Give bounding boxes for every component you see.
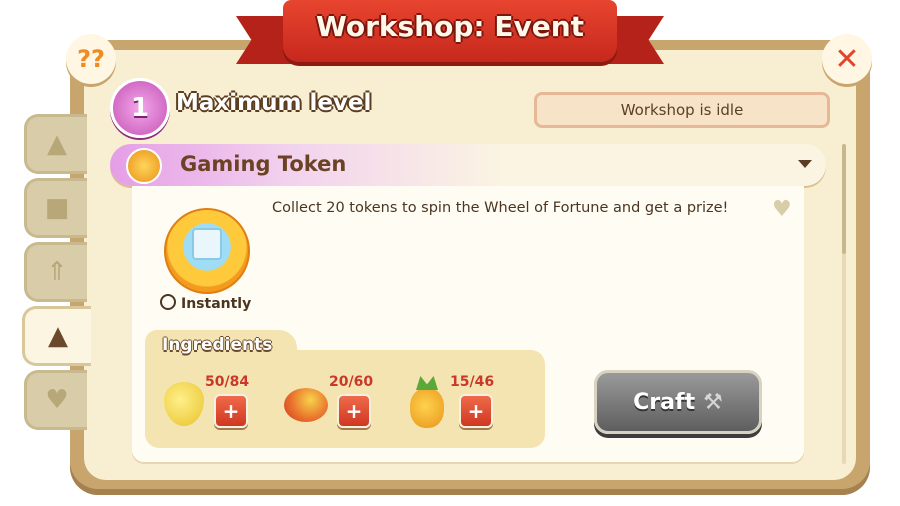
mango-count: 20/60: [329, 374, 374, 390]
pineapple-icon: [410, 388, 444, 428]
workshop-status: Workshop is idle: [534, 92, 830, 128]
gift-icon: [192, 228, 222, 260]
help-button[interactable]: ??: [66, 34, 116, 84]
level-badge: 1: [110, 78, 170, 138]
status-text: Workshop is idle: [620, 101, 744, 119]
level-label: Maximum level: [176, 90, 372, 116]
upgrade-arrows-icon: ⇑: [46, 257, 68, 287]
plus-icon: +: [222, 399, 240, 423]
chevron-down-icon[interactable]: [798, 160, 812, 168]
craft-button[interactable]: Craft ⚒: [594, 370, 762, 434]
mango-icon: [284, 388, 328, 422]
heart-icon: ♥: [45, 385, 69, 415]
scrollbar-thumb[interactable]: [842, 144, 846, 254]
add-pear-button[interactable]: +: [214, 394, 248, 428]
chest-icon: ■: [44, 193, 70, 223]
question-mark-icon: ??: [77, 45, 105, 73]
item-description: Collect 20 tokens to spin the Wheel of F…: [272, 200, 729, 216]
gaming-token-small-icon: [126, 148, 162, 184]
ingredients-label: Ingredients: [162, 335, 273, 355]
party-hat-icon: ▲: [48, 321, 68, 351]
craft-time-label: Instantly: [181, 296, 252, 312]
pear-count: 50/84: [205, 374, 250, 390]
craft-time: Instantly: [160, 294, 251, 312]
page-title: Workshop: Event: [315, 10, 585, 43]
lamp-icon: ▲: [47, 129, 67, 159]
clock-icon: [160, 294, 176, 310]
favorite-heart-icon[interactable]: ♥: [772, 199, 794, 221]
tab-lamp[interactable]: ▲: [24, 114, 87, 174]
tab-favorites[interactable]: ♥: [24, 370, 87, 430]
hammers-icon: ⚒: [703, 389, 723, 415]
close-icon: ✕: [834, 41, 860, 77]
add-mango-button[interactable]: +: [337, 394, 371, 428]
close-button[interactable]: ✕: [822, 34, 872, 84]
level-number: 1: [130, 93, 150, 123]
add-pineapple-button[interactable]: +: [459, 394, 493, 428]
tab-chest[interactable]: ■: [24, 178, 87, 238]
plus-icon: +: [345, 399, 363, 423]
pineapple-count: 15/46: [450, 374, 495, 390]
craft-label: Craft: [633, 389, 696, 415]
plus-icon: +: [467, 399, 485, 423]
item-title: Gaming Token: [180, 152, 347, 176]
tab-upgrade[interactable]: ⇑: [24, 242, 87, 302]
tab-event[interactable]: ▲: [22, 306, 91, 366]
